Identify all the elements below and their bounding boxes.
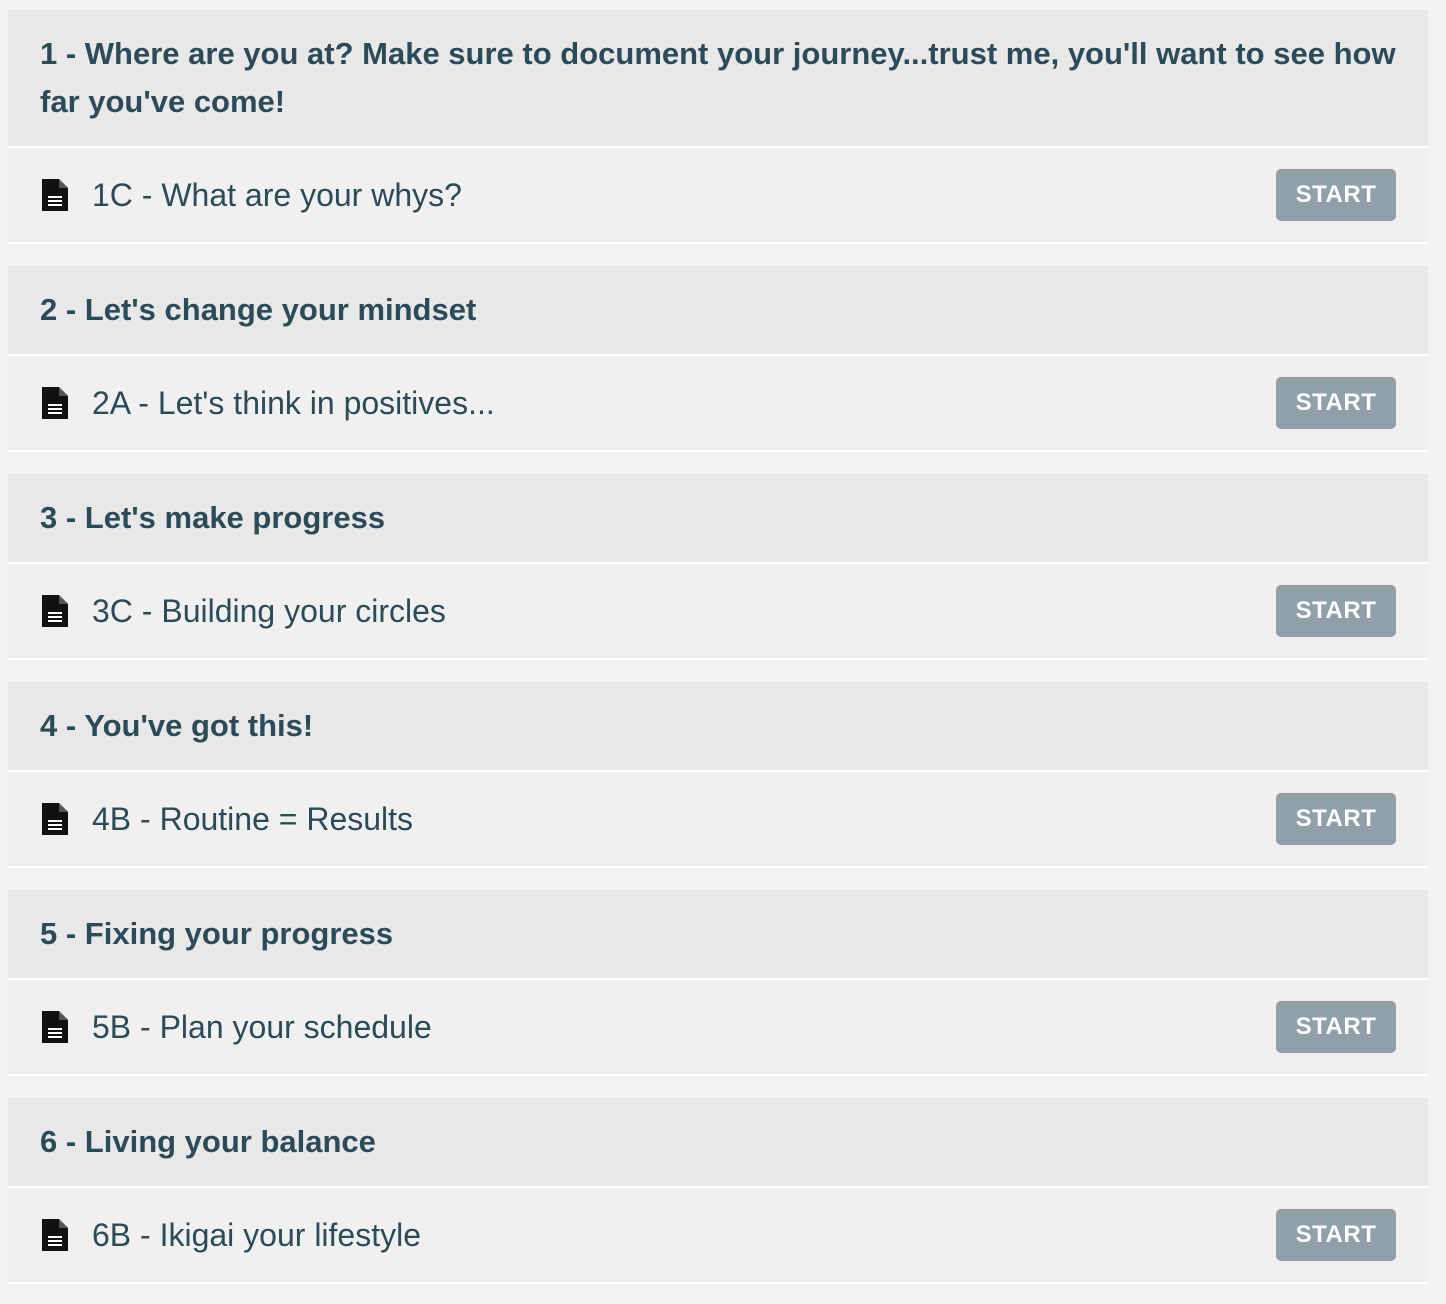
start-button[interactable]: START [1276, 793, 1396, 845]
section-5: 5 - Fixing your progress 5B - Plan your … [8, 890, 1428, 1076]
lesson-title[interactable]: 3C - Building your circles [92, 593, 1276, 630]
start-button[interactable]: START [1276, 377, 1396, 429]
lesson-title[interactable]: 6B - Ikigai your lifestyle [92, 1217, 1276, 1254]
document-icon [42, 179, 68, 211]
start-button[interactable]: START [1276, 585, 1396, 637]
document-icon [42, 387, 68, 419]
section-title: 4 - You've got this! [40, 708, 314, 743]
start-button[interactable]: START [1276, 169, 1396, 221]
lesson-title[interactable]: 5B - Plan your schedule [92, 1009, 1276, 1046]
section-6: 6 - Living your balance 6B - Ikigai your… [8, 1098, 1428, 1284]
section-header: 1 - Where are you at? Make sure to docum… [8, 10, 1428, 148]
document-icon [42, 1219, 68, 1251]
document-icon [42, 595, 68, 627]
lesson-title[interactable]: 1C - What are your whys? [92, 177, 1276, 214]
section-1: 1 - Where are you at? Make sure to docum… [8, 10, 1428, 244]
section-3: 3 - Let's make progress 3C - Building yo… [8, 474, 1428, 660]
lesson-row[interactable]: 6B - Ikigai your lifestyle START [8, 1188, 1428, 1284]
lesson-row[interactable]: 2A - Let's think in positives... START [8, 356, 1428, 452]
section-2: 2 - Let's change your mindset 2A - Let's… [8, 266, 1428, 452]
section-header: 6 - Living your balance [8, 1098, 1428, 1188]
lesson-row[interactable]: 4B - Routine = Results START [8, 772, 1428, 868]
section-title: 2 - Let's change your mindset [40, 292, 477, 327]
section-header: 4 - You've got this! [8, 682, 1428, 772]
lesson-title[interactable]: 2A - Let's think in positives... [92, 385, 1276, 422]
course-curriculum: 1 - Where are you at? Make sure to docum… [0, 0, 1446, 1304]
lesson-row[interactable]: 1C - What are your whys? START [8, 148, 1428, 244]
section-title: 6 - Living your balance [40, 1124, 376, 1159]
section-title: 5 - Fixing your progress [40, 916, 394, 951]
document-icon [42, 1011, 68, 1043]
start-button[interactable]: START [1276, 1001, 1396, 1053]
document-icon [42, 803, 68, 835]
lesson-title[interactable]: 4B - Routine = Results [92, 801, 1276, 838]
section-4: 4 - You've got this! 4B - Routine = Resu… [8, 682, 1428, 868]
section-title: 3 - Let's make progress [40, 500, 386, 535]
lesson-row[interactable]: 3C - Building your circles START [8, 564, 1428, 660]
lesson-row[interactable]: 5B - Plan your schedule START [8, 980, 1428, 1076]
section-header: 2 - Let's change your mindset [8, 266, 1428, 356]
section-header: 3 - Let's make progress [8, 474, 1428, 564]
start-button[interactable]: START [1276, 1209, 1396, 1261]
section-header: 5 - Fixing your progress [8, 890, 1428, 980]
section-title: 1 - Where are you at? Make sure to docum… [40, 36, 1396, 119]
